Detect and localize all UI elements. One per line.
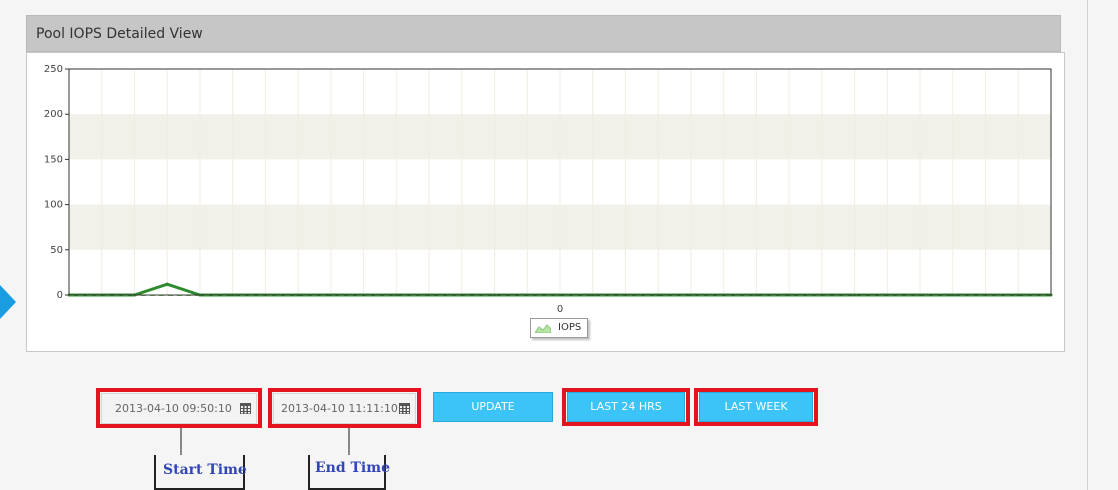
legend-label-iops: IOPS [558,322,582,333]
panel-header: Pool IOPS Detailed View [26,15,1061,52]
chart-legend[interactable]: IOPS [530,318,588,338]
chart-panel: 0 50 100 150 200 250 0 IOPS [26,52,1065,352]
y-tick-label: 100 [44,200,63,211]
area-series-icon [535,324,551,333]
page-divider [1087,0,1088,490]
collapse-arrow-icon[interactable] [0,285,16,319]
start-time-highlight [96,388,262,428]
x-tick-label: 0 [557,304,563,315]
start-time-annotation: Start Time [163,462,247,478]
end-time-callout-line [348,428,350,455]
y-tick-label: 50 [50,245,63,256]
update-button[interactable]: UPDATE [433,392,553,422]
y-tick-label: 150 [44,154,63,165]
last-week-highlight [694,388,818,426]
end-time-highlight [268,388,421,428]
chart-vertical-grid [101,69,1019,295]
start-time-callout-line [180,428,182,455]
x-axis-ticks: 0 [557,304,563,315]
last-24-hrs-highlight [562,388,690,426]
panel-title: Pool IOPS Detailed View [36,26,203,42]
y-axis-ticks: 0 50 100 150 200 250 [44,64,69,301]
iops-chart: 0 50 100 150 200 250 0 [44,64,1053,315]
y-tick-label: 200 [44,109,63,120]
series-point [165,282,169,286]
end-time-annotation: End Time [315,460,390,476]
y-tick-label: 0 [57,290,63,301]
y-tick-label: 250 [44,64,63,75]
